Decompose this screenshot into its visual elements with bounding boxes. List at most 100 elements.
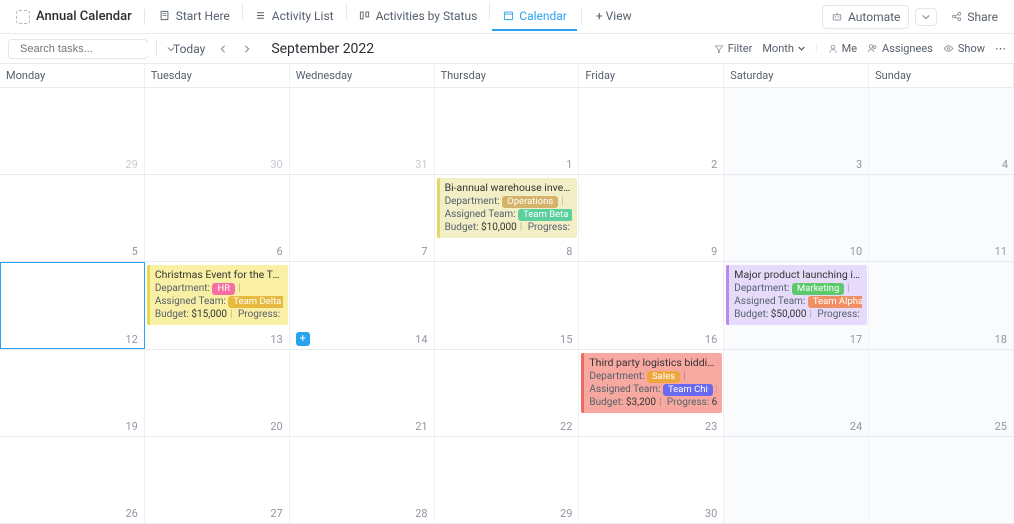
add-view-button[interactable]: + View [586,3,642,31]
department-badge: Sales [647,371,680,383]
tab-activities-by-status[interactable]: Activities by Status [349,3,488,31]
day-cell[interactable]: 29 [0,88,145,174]
calendar-event[interactable]: Major product launching in New York Depar… [726,265,867,325]
chevron-right-icon [243,45,251,53]
day-cell[interactable]: 10 [724,175,869,261]
calendar-event[interactable]: Christmas Event for the Team MembersDepa… [147,265,288,325]
calendar-event[interactable]: Third party logistics bidding activity De… [581,353,722,413]
day-cell[interactable]: 20 [145,350,290,436]
day-cell[interactable]: 15 [435,262,580,348]
progress-label: Progress: [238,309,280,320]
search-input[interactable] [20,43,162,55]
chevron-left-icon [219,45,227,53]
workspace-title[interactable]: Annual Calendar [8,5,140,28]
search-input-wrapper[interactable] [8,39,148,59]
day-number: 21 [415,420,427,433]
more-options-button[interactable]: ⋯ [995,42,1006,55]
period-label[interactable]: September 2022 [267,41,374,57]
day-number: 9 [711,245,717,258]
next-period-button[interactable] [243,45,261,53]
day-cell[interactable]: 26 [0,437,145,523]
assignees-filter-button[interactable]: Assignees [867,42,933,55]
team-label: Assigned Team: [155,296,226,307]
day-number: 27 [270,507,282,520]
day-number: 5 [132,245,138,258]
budget-value: $10,000 [481,222,517,233]
department-badge: Marketing [792,283,844,295]
day-number: 19 [125,420,137,433]
day-cell[interactable]: 27 [145,437,290,523]
eye-icon [943,43,954,54]
day-number: 28 [415,507,427,520]
budget-value: $50,000 [771,309,807,320]
robot-icon [831,11,843,23]
day-cell[interactable]: 25 [869,350,1014,436]
department-label: Department: [734,283,789,294]
budget-value: $3,200 [626,397,656,408]
day-cell[interactable]: 14 + [290,262,435,348]
day-header: Tuesday [145,64,290,87]
day-number: 26 [125,507,137,520]
day-number: 23 [705,420,717,433]
day-cell[interactable]: 1 [435,88,580,174]
day-cell[interactable]: 28 [290,437,435,523]
day-number: 10 [850,245,862,258]
event-title: Christmas Event for the Team Members [155,268,283,281]
today-button[interactable]: Today [165,39,213,59]
day-cell[interactable]: 6 [145,175,290,261]
day-cell[interactable] [724,437,869,523]
progress-label: Progress: [817,309,859,320]
tab-label: Start Here [176,9,230,23]
calendar-event[interactable]: Bi-annual warehouse inventory for spaDep… [437,178,578,238]
doc-icon [159,10,171,22]
event-title: Third party logistics bidding activity [589,356,717,369]
prev-period-button[interactable] [219,45,237,53]
calendar-icon [502,10,514,22]
day-cell[interactable]: 18 [869,262,1014,348]
day-cell[interactable]: 16 [579,262,724,348]
department-label: Department: [445,196,500,207]
share-button[interactable]: Share [943,6,1006,28]
tab-start-here[interactable]: Start Here [149,3,240,31]
day-header-row: MondayTuesdayWednesdayThursdayFridaySatu… [0,64,1014,88]
day-cell[interactable]: 2 [579,88,724,174]
me-filter-button[interactable]: Me [828,42,857,55]
day-number: 2 [711,158,717,171]
day-cell[interactable]: 30 [145,88,290,174]
day-number: 7 [421,245,427,258]
automate-dropdown[interactable] [915,8,937,26]
filter-button[interactable]: Filter [714,42,753,55]
day-cell[interactable]: 4 [869,88,1014,174]
add-event-button[interactable]: + [296,332,310,346]
day-cell[interactable]: 30 [579,437,724,523]
show-button[interactable]: Show [943,42,985,55]
day-cell[interactable] [869,437,1014,523]
day-cell[interactable]: 12 [0,262,145,348]
tab-calendar[interactable]: Calendar [492,3,577,31]
day-header: Thursday [435,64,580,87]
day-cell[interactable]: 5 [0,175,145,261]
day-number: 25 [995,420,1007,433]
day-number: 14 [415,333,427,346]
day-cell[interactable]: 24 [724,350,869,436]
budget-label: Budget: [589,397,623,408]
tab-activity-list[interactable]: Activity List [245,3,344,31]
day-cell[interactable]: 7 [290,175,435,261]
people-icon [867,43,878,54]
budget-label: Budget: [445,222,479,233]
team-badge: Team Beta [518,209,572,221]
day-number: 16 [705,333,717,346]
day-number: 3 [856,158,862,171]
automate-button[interactable]: Automate [822,5,909,29]
day-cell[interactable]: 22 [435,350,580,436]
day-cell[interactable]: 9 [579,175,724,261]
event-title: Major product launching in New York [734,268,862,281]
day-cell[interactable]: 19 [0,350,145,436]
day-cell[interactable]: 3 [724,88,869,174]
day-cell[interactable]: 11 [869,175,1014,261]
department-label: Department: [589,371,644,382]
view-mode-dropdown[interactable]: Month [762,42,805,55]
day-cell[interactable]: 31 [290,88,435,174]
day-cell[interactable]: 21 [290,350,435,436]
day-cell[interactable]: 29 [435,437,580,523]
